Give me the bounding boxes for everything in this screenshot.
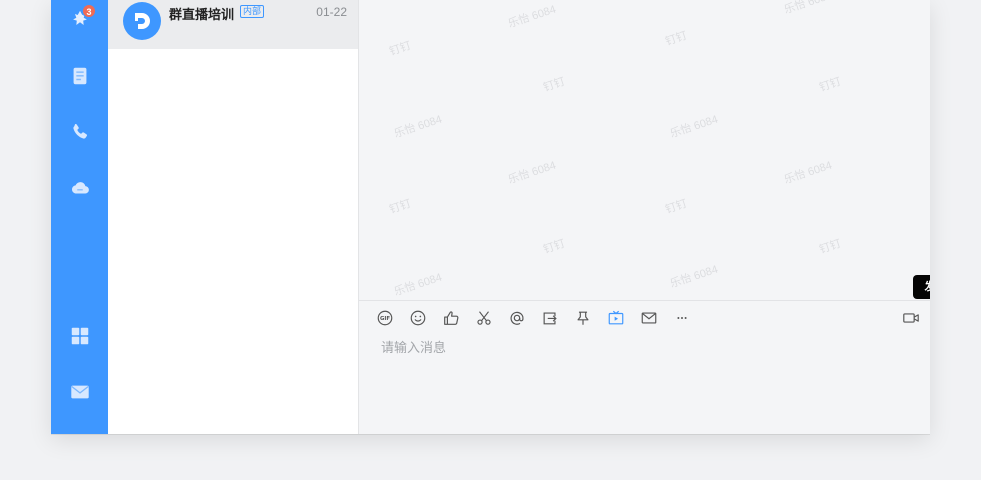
watermark: 乐怡 6084 [392,271,444,299]
toolbar-divider [359,300,930,301]
scissors-icon [477,311,491,325]
list-item[interactable]: 群直播培训 内部 01-22 [108,0,358,49]
chat-panel: 乐怡 6084 乐怡 6084 钉钉 钉钉 钉钉 钉钉 乐怡 6084 乐怡 6… [359,0,930,434]
watermark: 乐怡 6084 [782,159,834,187]
app-window: 3 群直播培训 内部 01-22 乐怡 6084 乐怡 6084 钉钉 钉钉 钉… [51,0,930,434]
pin-icon [577,311,589,325]
nav-sidebar: 3 [51,0,108,434]
sidebar-item-contacts[interactable] [51,56,108,96]
video-call-button[interactable] [899,305,923,331]
watermark: 乐怡 6084 [782,0,834,17]
like-button[interactable] [439,305,463,331]
cloud-icon [71,182,89,194]
sidebar-item-ding[interactable]: 3 [51,0,108,40]
watermark: 钉钉 [663,29,689,49]
message-area[interactable]: 乐怡 6084 乐怡 6084 钉钉 钉钉 钉钉 钉钉 乐怡 6084 乐怡 6… [359,0,930,300]
forward-button[interactable] [538,305,562,331]
sidebar-item-phone[interactable] [51,112,108,152]
watermark: 乐怡 6084 [392,113,444,141]
unread-badge: 3 [82,4,96,18]
conversation-list: 群直播培训 内部 01-22 [108,0,359,434]
live-broadcast-icon [608,310,624,325]
watermark: 钉钉 [387,197,413,217]
watermark: 钉钉 [663,197,689,217]
watermark: 钉钉 [541,237,567,257]
apps-grid-icon [71,327,88,345]
svg-text:GIF: GIF [380,316,390,322]
mail-icon [641,312,657,324]
video-call-icon [903,313,919,323]
at-icon [510,311,524,325]
input-toolbar: GIF [359,305,930,331]
sidebar-item-apps[interactable] [51,316,108,356]
mail-icon [70,385,89,399]
watermark: 钉钉 [387,39,413,59]
forward-icon [543,312,557,325]
sidebar-item-cloud[interactable] [51,168,108,208]
more-button[interactable] [670,305,694,331]
watermark: 钉钉 [817,75,843,95]
contacts-icon [73,67,86,85]
message-input[interactable] [359,332,930,434]
internal-tag: 内部 [240,5,265,18]
watermark: 乐怡 6084 [506,159,558,187]
live-broadcast-button[interactable] [604,305,628,331]
emoji-button[interactable] [406,305,430,331]
phone-icon [72,123,87,139]
watermark: 乐怡 6084 [506,3,558,31]
conversation-name: 群直播培训 [169,7,235,22]
conversation-time: 01-22 [316,5,347,19]
gif-button[interactable]: GIF [373,305,397,331]
tooltip: 发起群直播 [913,275,930,299]
gif-icon: GIF [377,310,393,326]
avatar [123,2,161,40]
watermark: 乐怡 6084 [668,113,720,141]
thumbs-up-icon [444,311,459,325]
dingtalk-logo-icon [135,13,150,29]
mail-button[interactable] [637,305,661,331]
watermark: 钉钉 [817,237,843,257]
screenshot-button[interactable] [472,305,496,331]
watermark: 钉钉 [541,75,567,95]
sidebar-item-mail[interactable] [51,372,108,412]
watermark: 乐怡 6084 [668,263,720,291]
emoji-icon [410,310,426,326]
mention-button[interactable] [505,305,529,331]
pin-button[interactable] [571,305,595,331]
more-icon [677,317,687,319]
